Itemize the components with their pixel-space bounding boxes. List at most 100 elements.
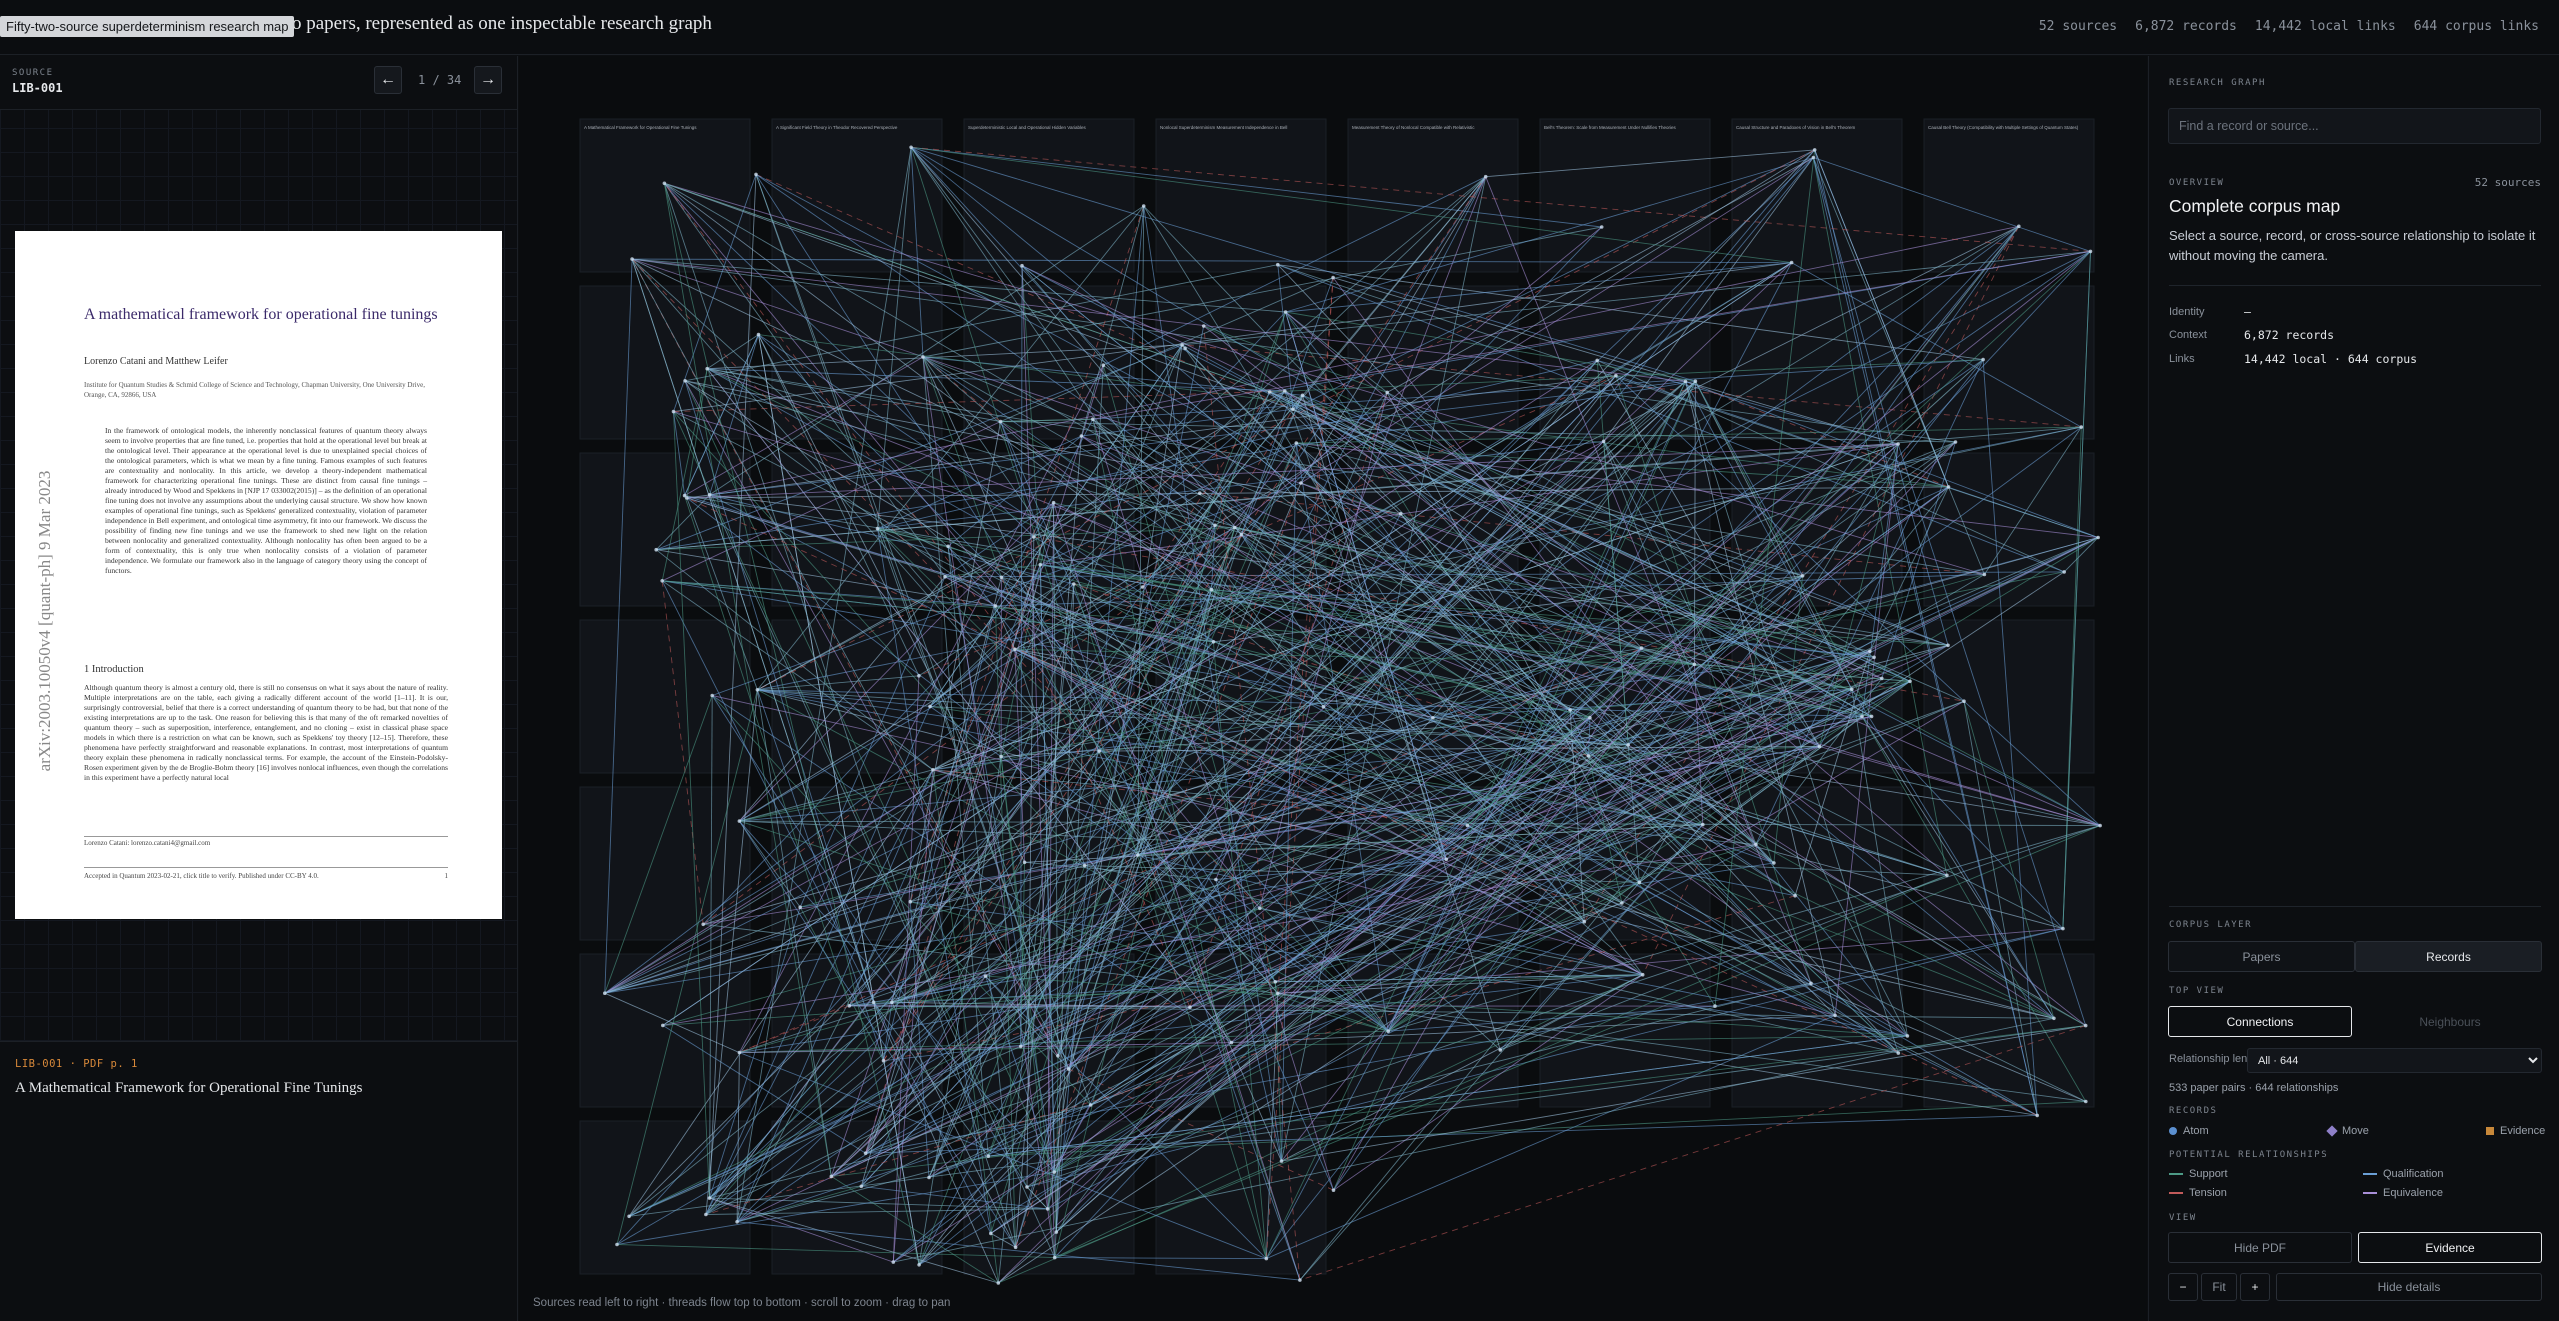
- source-meta: LIB-001 · PDF p. 1: [15, 1058, 138, 1070]
- record-node: [1079, 434, 1084, 438]
- record-node: [863, 1151, 868, 1155]
- search-input[interactable]: [2168, 108, 2541, 144]
- record-node: [1258, 906, 1262, 911]
- next-page-button[interactable]: →: [474, 66, 502, 94]
- source-title: A Mathematical Framework for Operational…: [15, 1080, 363, 1096]
- records-toggle[interactable]: Records: [2355, 941, 2542, 972]
- record-node: [630, 257, 634, 261]
- record-node: [928, 704, 932, 709]
- record-node: [1264, 1256, 1269, 1261]
- record-node: [1789, 260, 1794, 265]
- record-node: [2017, 224, 2021, 229]
- hide-pdf-button[interactable]: Hide PDF: [2168, 1232, 2352, 1263]
- record-node: [1066, 1067, 1071, 1071]
- record-node: [1599, 225, 1604, 229]
- source-card: [1347, 118, 1519, 273]
- prev-page-button[interactable]: ←: [374, 66, 402, 94]
- source-card-title: A Mathematical Framework for Operational…: [584, 125, 697, 130]
- fit-button[interactable]: Fit: [2201, 1273, 2237, 1301]
- record-node: [1465, 823, 1470, 828]
- record-node: [1872, 655, 1876, 660]
- record-node: [1025, 1185, 1029, 1189]
- source-id: LIB-001: [12, 81, 63, 95]
- record-node: [996, 1281, 1001, 1285]
- source-card: [963, 1120, 1135, 1275]
- research-graph-canvas[interactable]: A Mathematical Framework for Operational…: [519, 56, 2147, 1321]
- record-node: [1213, 523, 1217, 528]
- record-node: [1201, 324, 1206, 328]
- record-node: [2088, 249, 2093, 254]
- zoom-in-button[interactable]: +: [2240, 1273, 2270, 1301]
- pairs-text: 533 paper pairs · 644 relationships: [2169, 1082, 2339, 1094]
- record-node: [1273, 980, 1278, 984]
- record-node: [917, 1263, 921, 1267]
- record-node: [999, 575, 1004, 580]
- record-node: [710, 693, 714, 698]
- relationship-lens-select[interactable]: All · 644: [2247, 1048, 2542, 1073]
- record-node: [1101, 363, 1106, 368]
- legend-move: Move: [2326, 1125, 2369, 1137]
- source-card: [1923, 118, 2095, 273]
- record-node: [1283, 389, 1287, 393]
- top-bar: two papers, represented as one inspectab…: [0, 0, 2559, 55]
- record-node: [707, 493, 712, 497]
- legend-equivalence: Equivalence: [2363, 1187, 2443, 1199]
- record-node: [735, 1220, 739, 1224]
- evidence-button[interactable]: Evidence: [2358, 1232, 2542, 1263]
- record-node: [2098, 823, 2102, 828]
- record-node: [1595, 358, 1599, 363]
- record-node: [1444, 857, 1449, 862]
- source-card: [771, 285, 943, 440]
- papers-toggle[interactable]: Papers: [2168, 941, 2355, 972]
- record-node: [946, 544, 950, 549]
- tension-line-icon: [2169, 1192, 2183, 1194]
- record-node: [1209, 587, 1214, 592]
- record-node: [704, 1212, 708, 1217]
- source-label: SOURCE: [12, 68, 54, 78]
- legend-qualification-label: Qualification: [2383, 1168, 2444, 1180]
- qualification-line-icon: [2363, 1173, 2377, 1175]
- source-card-title: Bell's Theorem: Scale from Measurement U…: [1544, 125, 1676, 130]
- record-node: [1953, 440, 1958, 444]
- record-node: [1232, 525, 1237, 530]
- source-card: [579, 1120, 751, 1275]
- legend-support-label: Support: [2189, 1168, 2228, 1180]
- record-node: [737, 819, 742, 823]
- record-node: [756, 332, 761, 337]
- record-node: [1880, 676, 1884, 681]
- record-node: [2062, 570, 2066, 574]
- legend-move-label: Move: [2342, 1125, 2369, 1137]
- record-node: [999, 754, 1003, 759]
- record-node: [1620, 901, 1624, 905]
- record-node: [671, 409, 676, 414]
- record-node: [1097, 749, 1101, 753]
- record-node: [859, 1184, 864, 1189]
- record-node: [1713, 1004, 1717, 1008]
- pdf-page[interactable]: arXiv:2003.10050v4 [quant-ph] 9 Mar 2023…: [15, 231, 502, 919]
- record-node: [871, 1000, 876, 1004]
- record-node: [1639, 646, 1644, 650]
- record-node: [705, 366, 709, 371]
- support-line-icon: [2169, 1173, 2183, 1175]
- record-node: [1812, 148, 1817, 152]
- graph-svg[interactable]: A Mathematical Framework for Operational…: [519, 56, 2147, 1321]
- lens-label: Relationship lens: [2169, 1053, 2253, 1065]
- record-node: [943, 575, 947, 579]
- connections-toggle[interactable]: Connections: [2168, 1006, 2352, 1037]
- record-node: [1626, 743, 1630, 747]
- record-node: [986, 1154, 991, 1158]
- neighbours-toggle[interactable]: Neighbours: [2358, 1006, 2542, 1037]
- hide-details-button[interactable]: Hide details: [2276, 1273, 2542, 1301]
- record-node: [1754, 842, 1758, 847]
- record-node: [1088, 1103, 1093, 1107]
- record-node: [1013, 647, 1017, 652]
- potential-relationships-label: POTENTIAL RELATIONSHIPS: [2169, 1150, 2329, 1160]
- record-node: [615, 1242, 619, 1247]
- record-node: [1850, 687, 1854, 691]
- record-node: [1140, 585, 1145, 589]
- record-node: [1483, 174, 1488, 179]
- record-node: [998, 419, 1003, 424]
- record-node: [1869, 714, 1874, 719]
- zoom-out-button[interactable]: −: [2168, 1273, 2198, 1301]
- record-node: [1568, 708, 1572, 712]
